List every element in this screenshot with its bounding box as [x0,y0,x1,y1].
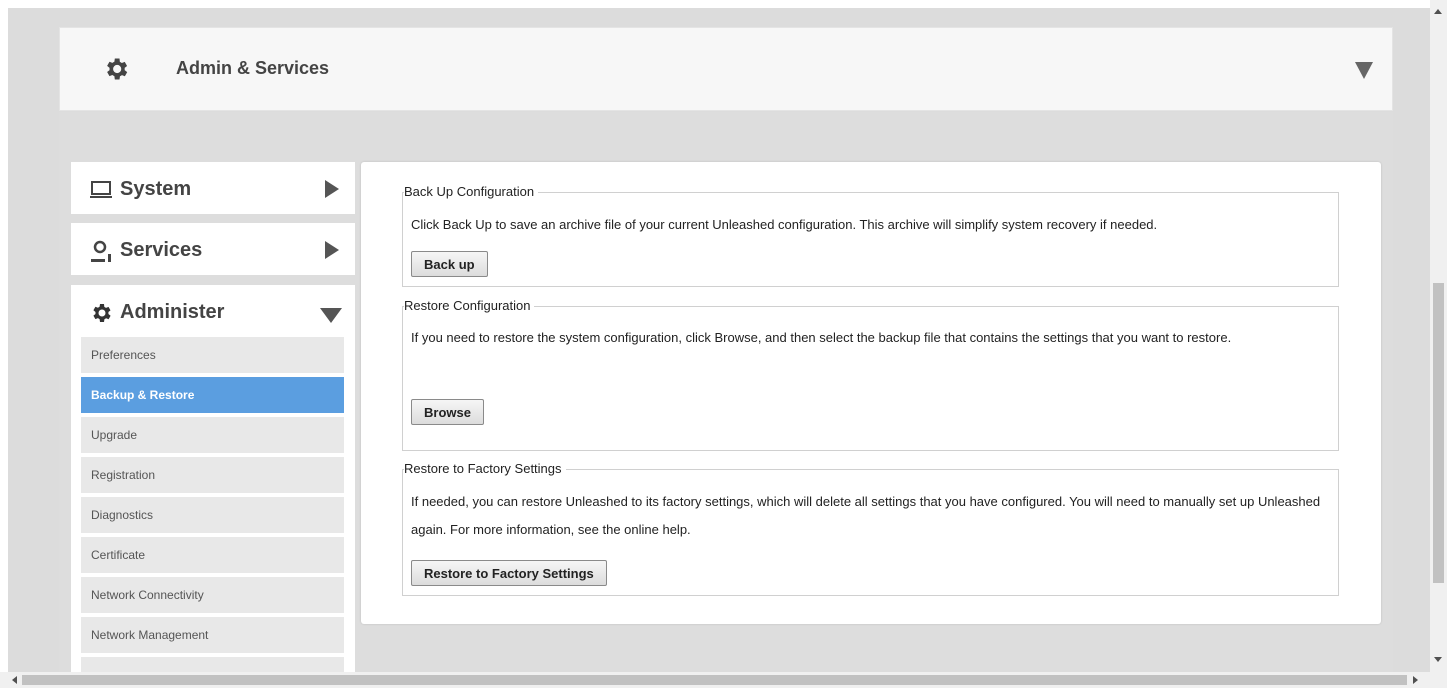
nav-item-backup-restore[interactable]: Backup & Restore [81,377,344,413]
scrollbar-corner [1430,672,1447,688]
nav-administer-label: Administer [120,301,225,323]
browse-button[interactable]: Browse [411,399,484,425]
nav-system[interactable]: System [71,162,355,214]
scroll-left-arrow-icon[interactable] [12,676,17,684]
expand-arrow-icon [325,180,339,198]
nav-services-label: Services [120,239,203,261]
factory-reset-section: Restore to Factory Settings If needed, y… [402,461,1339,596]
collapse-triangle-icon[interactable] [1355,62,1373,79]
page-left-edge [0,0,8,672]
nav-item-partial[interactable] [81,657,344,672]
nav-item-upgrade[interactable]: Upgrade [81,417,344,453]
factory-description: If needed, you can restore Unleashed to … [411,494,1321,537]
admin-services-header[interactable]: Admin & Services [59,27,1393,111]
backup-button[interactable]: Back up [411,251,488,277]
backup-description: Click Back Up to save an archive file of… [411,217,1158,232]
backup-legend: Back Up Configuration [404,184,539,199]
nav-services[interactable]: Services [71,223,355,275]
nav-item-certificate[interactable]: Certificate [81,537,344,573]
vertical-scrollbar[interactable] [1430,0,1447,672]
page-top-edge [0,0,1430,8]
services-icon [91,240,111,262]
nav-item-network-connectivity[interactable]: Network Connectivity [81,577,344,613]
nav-item-preferences[interactable]: Preferences [81,337,344,373]
nav-system-label: System [120,178,192,200]
scroll-down-arrow-icon[interactable] [1434,657,1442,662]
restore-section: Restore Configuration If you need to res… [402,298,1339,451]
horizontal-scroll-thumb[interactable] [22,675,1407,685]
laptop-icon [90,181,112,198]
restore-factory-button[interactable]: Restore to Factory Settings [411,560,607,586]
nav-item-network-management[interactable]: Network Management [81,617,344,653]
nav-item-registration[interactable]: Registration [81,457,344,493]
backup-section: Back Up Configuration Click Back Up to s… [402,184,1339,287]
factory-legend: Restore to Factory Settings [404,461,566,476]
header-title: Admin & Services [176,58,330,78]
nav-item-diagnostics[interactable]: Diagnostics [81,497,344,533]
restore-legend: Restore Configuration [404,298,535,313]
vertical-scroll-thumb[interactable] [1433,283,1444,583]
gear-icon [93,304,111,322]
restore-description: If you need to restore the system config… [411,330,1232,345]
horizontal-scrollbar[interactable] [0,672,1430,688]
expand-arrow-icon [325,241,339,259]
collapse-arrow-icon [320,308,342,323]
scroll-right-arrow-icon[interactable] [1413,676,1418,684]
gear-icon [107,58,128,80]
scroll-up-arrow-icon[interactable] [1434,9,1442,14]
